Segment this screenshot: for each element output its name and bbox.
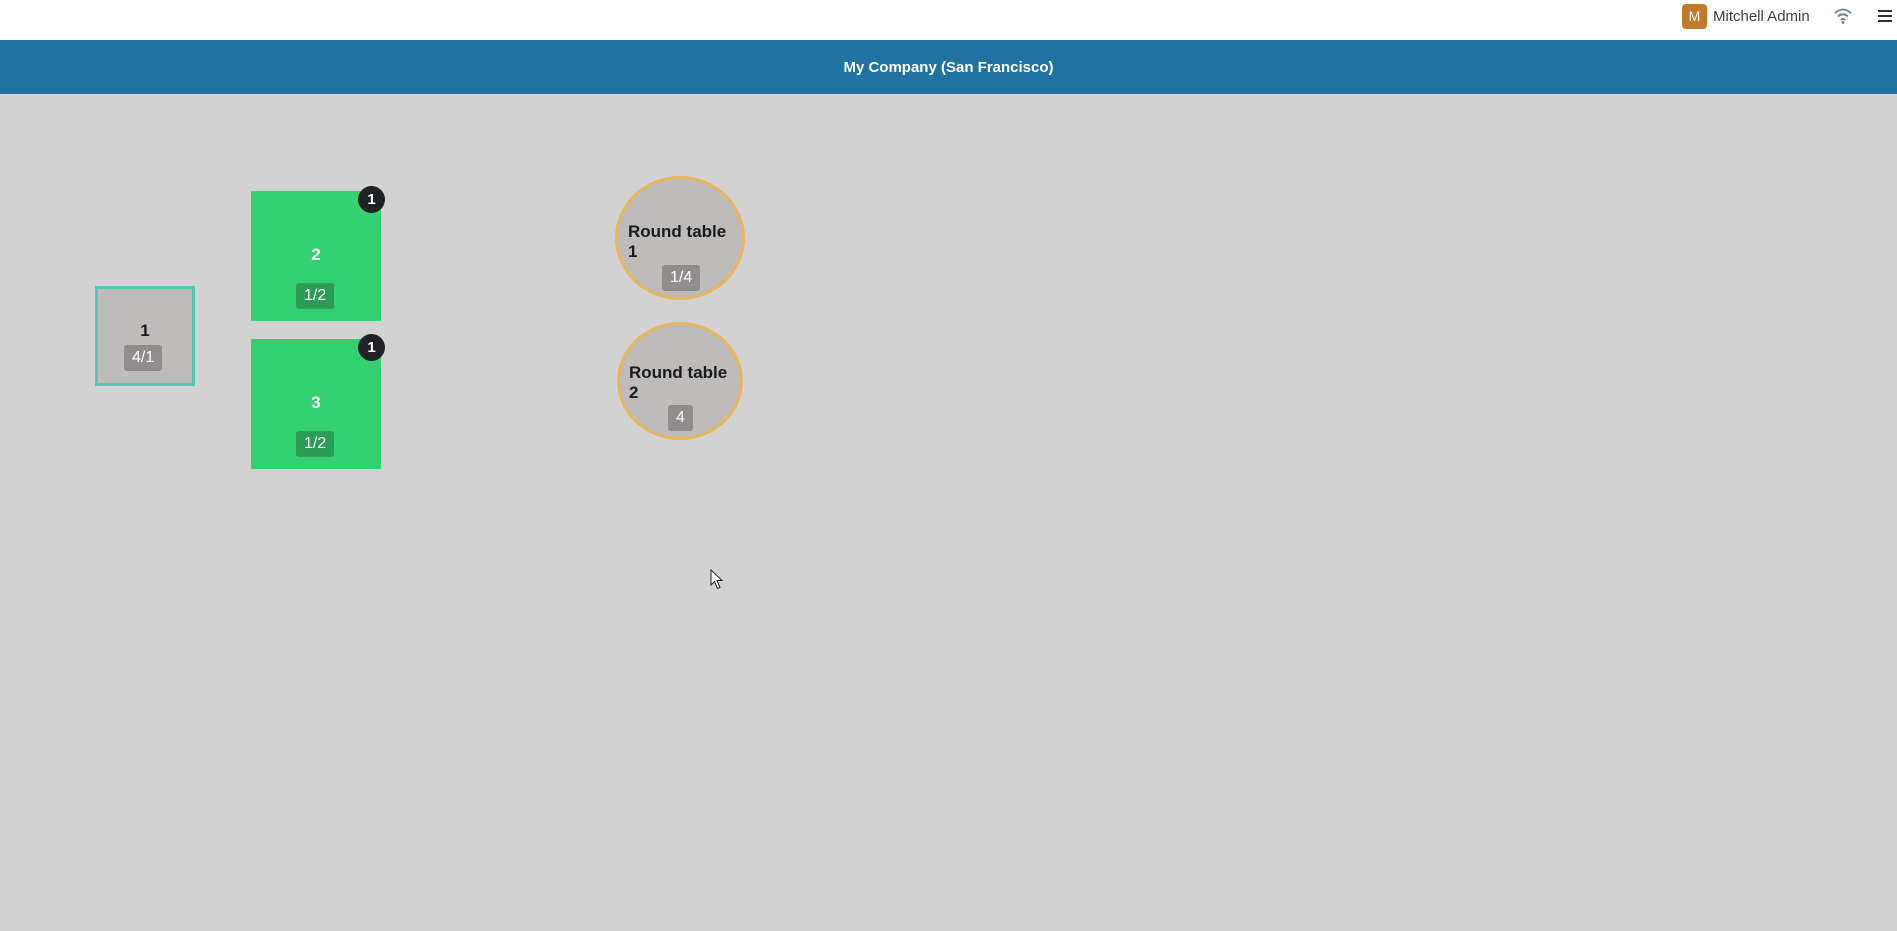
table-name: Round table 1 [628, 222, 727, 261]
table-2[interactable]: 2 1/2 1 [251, 186, 385, 321]
wifi-icon [1834, 8, 1852, 24]
company-header: My Company (San Francisco) [0, 40, 1897, 94]
company-name: My Company (San Francisco) [843, 58, 1054, 76]
table-name: Round table 2 [629, 363, 728, 402]
table-seats: 1/4 [662, 265, 701, 291]
user-avatar: M [1682, 3, 1707, 29]
user-name: Mitchell Admin [1713, 7, 1810, 25]
user-menu[interactable]: M Mitchell Admin [1682, 3, 1810, 29]
table-3[interactable]: 3 1/2 1 [251, 334, 385, 469]
table-seats: 1/2 [296, 283, 335, 309]
round-table-2[interactable]: Round table 2 4 [617, 322, 743, 440]
top-bar: M Mitchell Admin [0, 0, 1897, 40]
table-1[interactable]: 1 4/1 [95, 286, 195, 386]
table-name: 2 [311, 245, 321, 264]
table-name: 1 [140, 321, 150, 340]
table-seats: 1/2 [296, 431, 335, 457]
order-count-badge: 1 [358, 334, 385, 361]
floor-plan[interactable]: 1 4/1 2 1/2 1 3 1/2 1 Round table 1 1/4 … [0, 94, 1897, 931]
round-table-1[interactable]: Round table 1 1/4 [615, 176, 745, 300]
table-seats: 4/1 [124, 345, 163, 371]
mouse-cursor-icon [710, 569, 724, 590]
hamburger-menu-icon[interactable] [1877, 7, 1893, 25]
order-count-badge: 1 [358, 186, 385, 213]
table-name: 3 [311, 393, 321, 412]
table-seats: 4 [668, 405, 693, 431]
